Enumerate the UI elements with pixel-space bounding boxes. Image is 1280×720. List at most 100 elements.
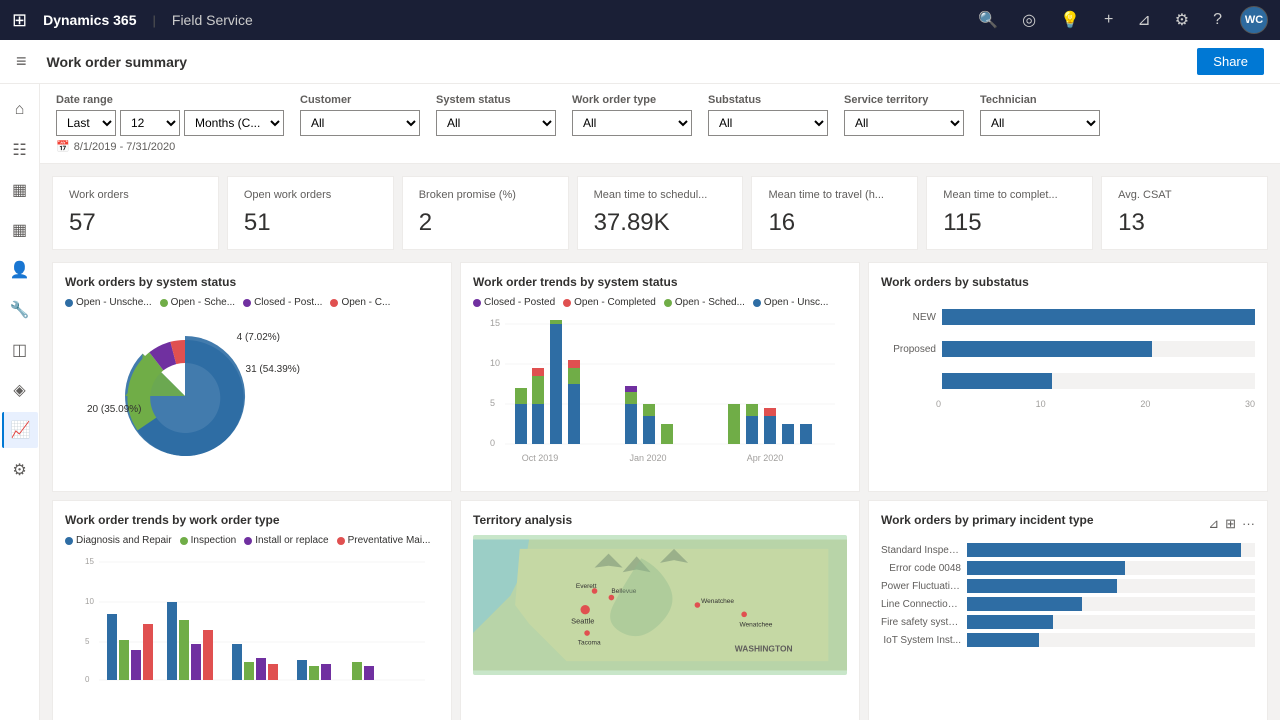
customer-filter: Customer All <box>300 94 420 136</box>
incident-track-4 <box>967 615 1255 629</box>
incident-fill-3 <box>967 597 1082 611</box>
system-status-select[interactable]: All <box>436 110 556 136</box>
sidebar-item-dashboard[interactable]: ▦ <box>2 172 38 208</box>
work-type-dot-3 <box>337 537 345 545</box>
service-territory-filter: Service territory All <box>844 94 964 136</box>
kpi-mean-travel-value: 16 <box>768 209 901 237</box>
hamburger-menu-icon[interactable]: ≡ <box>16 51 27 72</box>
legend-dot-2 <box>243 299 251 307</box>
svg-text:15: 15 <box>85 557 94 566</box>
date-info: 📅 8/1/2019 - 7/31/2020 <box>56 140 1264 153</box>
trend-legend-0: Closed - Posted <box>473 297 555 308</box>
kpi-open-work-orders: Open work orders 51 <box>227 176 394 250</box>
lightbulb-icon[interactable]: 💡 <box>1060 10 1080 30</box>
svg-text:5: 5 <box>85 637 90 646</box>
work-type-chart-title: Work order trends by work order type <box>65 513 439 527</box>
substatus-label-new: NEW <box>881 312 936 323</box>
more-icon[interactable]: ··· <box>1242 516 1255 532</box>
incident-fill-5 <box>967 633 1039 647</box>
expand-icon[interactable]: ⊞ <box>1225 516 1236 532</box>
incident-label-3: Line Connection... <box>881 599 961 610</box>
work-order-type-filter: Work order type All <box>572 94 692 136</box>
sidebar-item-inventory[interactable]: ◫ <box>2 332 38 368</box>
system-status-filter: System status All <box>436 94 556 136</box>
filter-icon-chart[interactable]: ⊿ <box>1208 516 1219 532</box>
substatus-select[interactable]: All <box>708 110 828 136</box>
trend-legend-1: Open - Completed <box>563 297 656 308</box>
incident-label-0: Standard Inspec... <box>881 545 961 556</box>
legend-item-3: Open - C... <box>330 297 390 308</box>
svg-text:Tacoma: Tacoma <box>578 639 601 646</box>
trend-dot-2 <box>664 299 672 307</box>
service-territory-label: Service territory <box>844 94 964 106</box>
date-range-prefix-select[interactable]: Last <box>56 110 116 136</box>
legend-label-3: Open - C... <box>341 297 390 308</box>
substatus-filter: Substatus All <box>708 94 828 136</box>
settings-icon[interactable]: ⚙ <box>1175 10 1189 30</box>
sidebar-item-recent[interactable]: ☷ <box>2 132 38 168</box>
substatus-fill-new <box>942 309 1255 325</box>
work-order-type-select[interactable]: All <box>572 110 692 136</box>
help-icon[interactable]: ? <box>1213 11 1222 29</box>
donut-chart-legend: Open - Unsche... Open - Sche... Closed -… <box>65 297 439 308</box>
substatus-bar-proposed: Proposed <box>881 341 1255 357</box>
incident-track-5 <box>967 633 1255 647</box>
work-type-label-2: Install or replace <box>255 535 328 546</box>
date-range-num-select[interactable]: 12 <box>120 110 180 136</box>
trend-label-0: Closed - Posted <box>484 297 555 308</box>
work-type-label-1: Inspection <box>191 535 237 546</box>
kpi-row: Work orders 57 Open work orders 51 Broke… <box>52 176 1268 250</box>
substatus-label: Substatus <box>708 94 828 106</box>
legend-item-0: Open - Unsche... <box>65 297 152 308</box>
kpi-work-orders-value: 57 <box>69 209 202 237</box>
svg-text:5: 5 <box>490 398 495 408</box>
territory-map: Seattle Bellevue Everett Tacoma Wenatche… <box>473 535 847 675</box>
incident-track-3 <box>967 597 1255 611</box>
system-status-label: System status <box>436 94 556 106</box>
incident-bar-5: IoT System Inst... <box>881 633 1255 647</box>
kpi-mean-schedule: Mean time to schedul... 37.89K <box>577 176 744 250</box>
substatus-track-new <box>942 309 1255 325</box>
legend-label-2: Closed - Post... <box>254 297 322 308</box>
share-button[interactable]: Share <box>1197 48 1264 75</box>
chart-row-2: Work order trends by work order type Dia… <box>52 500 1268 720</box>
kpi-work-orders-title: Work orders <box>69 189 202 201</box>
service-territory-select[interactable]: All <box>844 110 964 136</box>
date-range-unit-select[interactable]: Months (C... <box>184 110 284 136</box>
user-avatar[interactable]: WC <box>1240 6 1268 34</box>
trend-legend-3: Open - Unsc... <box>753 297 828 308</box>
sidebar-item-home[interactable]: ⌂ <box>2 92 38 128</box>
donut-label-top: 4 (7.02%) <box>237 332 280 343</box>
customer-label: Customer <box>300 94 420 106</box>
work-type-dot-1 <box>180 537 188 545</box>
territory-chart-title: Territory analysis <box>473 513 847 527</box>
app-grid-icon[interactable]: ⊞ <box>12 10 27 31</box>
add-icon[interactable]: + <box>1104 11 1113 29</box>
work-type-legend-2: Install or replace <box>244 535 328 546</box>
customer-select[interactable]: All <box>300 110 420 136</box>
donut-label-left: 20 (35.09%) <box>87 404 141 415</box>
sidebar-item-settings[interactable]: ⚙ <box>2 452 38 488</box>
incident-track-0 <box>967 543 1255 557</box>
activity-icon[interactable]: ◎ <box>1022 10 1036 30</box>
sidebar-item-accounts[interactable]: 👤 <box>2 252 38 288</box>
work-type-dot-2 <box>244 537 252 545</box>
filter-icon[interactable]: ⊿ <box>1137 10 1150 30</box>
search-icon[interactable]: 🔍 <box>978 10 998 30</box>
sidebar-item-analytics[interactable]: 📈 <box>2 412 38 448</box>
incident-fill-2 <box>967 579 1117 593</box>
sidebar-item-calendar[interactable]: ▦ <box>2 212 38 248</box>
module-name: Field Service <box>172 12 253 28</box>
technician-select[interactable]: All <box>980 110 1100 136</box>
legend-label-0: Open - Unsche... <box>76 297 152 308</box>
sidebar-item-map[interactable]: ◈ <box>2 372 38 408</box>
substatus-bar-new: NEW <box>881 309 1255 325</box>
sidebar-item-workorders[interactable]: 🔧 <box>2 292 38 328</box>
kpi-open-work-orders-value: 51 <box>244 209 377 237</box>
legend-dot-0 <box>65 299 73 307</box>
incident-fill-4 <box>967 615 1053 629</box>
work-type-legend-1: Inspection <box>180 535 237 546</box>
incident-track-1 <box>967 561 1255 575</box>
secondary-bar: ≡ Work order summary Share <box>0 40 1280 84</box>
svg-text:Wenatchee: Wenatchee <box>739 622 772 629</box>
